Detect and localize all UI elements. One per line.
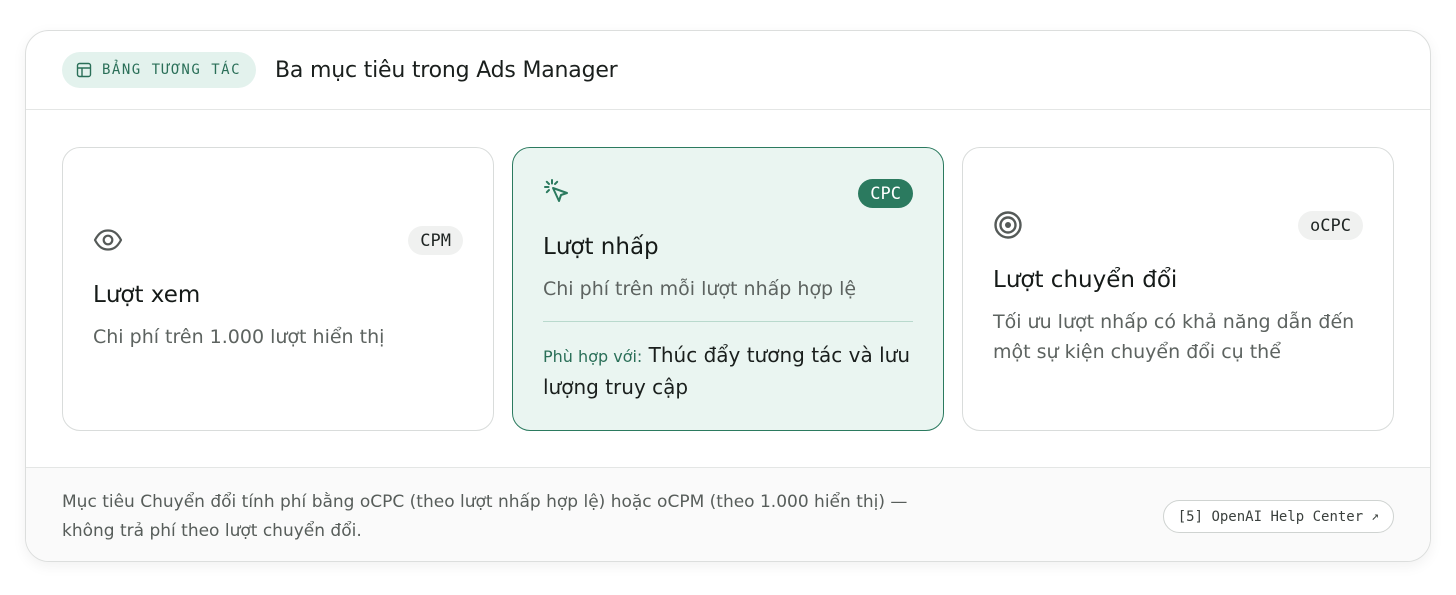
footnote: Mục tiêu Chuyển đổi tính phí bằng oCPC (… xyxy=(62,492,908,541)
best-for-label: Phù hợp với: xyxy=(543,347,643,366)
cursor-click-icon xyxy=(543,178,571,210)
badge-ocpc: oCPC xyxy=(1298,211,1363,240)
objective-cards: CPM Lượt xem Chi phí trên 1.000 lượt hiể… xyxy=(62,147,1394,431)
card-views[interactable]: CPM Lượt xem Chi phí trên 1.000 lượt hiể… xyxy=(62,147,494,431)
card-description: Chi phí trên 1.000 lượt hiển thị xyxy=(93,326,385,348)
card-title: Lượt chuyển đổi xyxy=(993,267,1178,293)
card-clicks[interactable]: CPC Lượt nhấp Chi phí trên mỗi lượt nhấp… xyxy=(512,147,944,431)
card-title: Lượt xem xyxy=(93,282,201,308)
card-conversions[interactable]: oCPC Lượt chuyển đổi Tối ưu lượt nhấp có… xyxy=(962,147,1394,431)
card-divider xyxy=(543,321,913,322)
source-label: [5] OpenAI Help Center xyxy=(1177,508,1364,525)
best-for: Phù hợp với: Thúc đẩy tương tác và lưu l… xyxy=(543,340,913,402)
target-icon xyxy=(993,210,1023,244)
badge-cpm: CPM xyxy=(408,226,463,255)
interactive-table-tag: BẢNG TƯƠNG TÁC xyxy=(62,52,257,88)
card-description: Chi phí trên mỗi lượt nhấp hợp lệ xyxy=(543,278,857,300)
card-title: Lượt nhấp xyxy=(543,234,659,260)
panel-title: Ba mục tiêu trong Ads Manager xyxy=(275,57,618,83)
card-description: Tối ưu lượt nhấp có khả năng dẫn đến một… xyxy=(993,311,1355,363)
badge-cpc: CPC xyxy=(858,179,913,208)
external-link-icon: ↗ xyxy=(1371,509,1379,524)
tag-label: BẢNG TƯƠNG TÁC xyxy=(102,62,242,78)
objectives-panel: BẢNG TƯƠNG TÁC Ba mục tiêu trong Ads Man… xyxy=(25,30,1431,562)
panel-footer: Mục tiêu Chuyển đổi tính phí bằng oCPC (… xyxy=(26,467,1430,561)
panel-header: BẢNG TƯƠNG TÁC Ba mục tiêu trong Ads Man… xyxy=(26,31,1430,110)
source-link[interactable]: [5] OpenAI Help Center ↗ xyxy=(1162,500,1394,533)
eye-icon xyxy=(93,228,123,256)
table-icon xyxy=(76,62,92,78)
